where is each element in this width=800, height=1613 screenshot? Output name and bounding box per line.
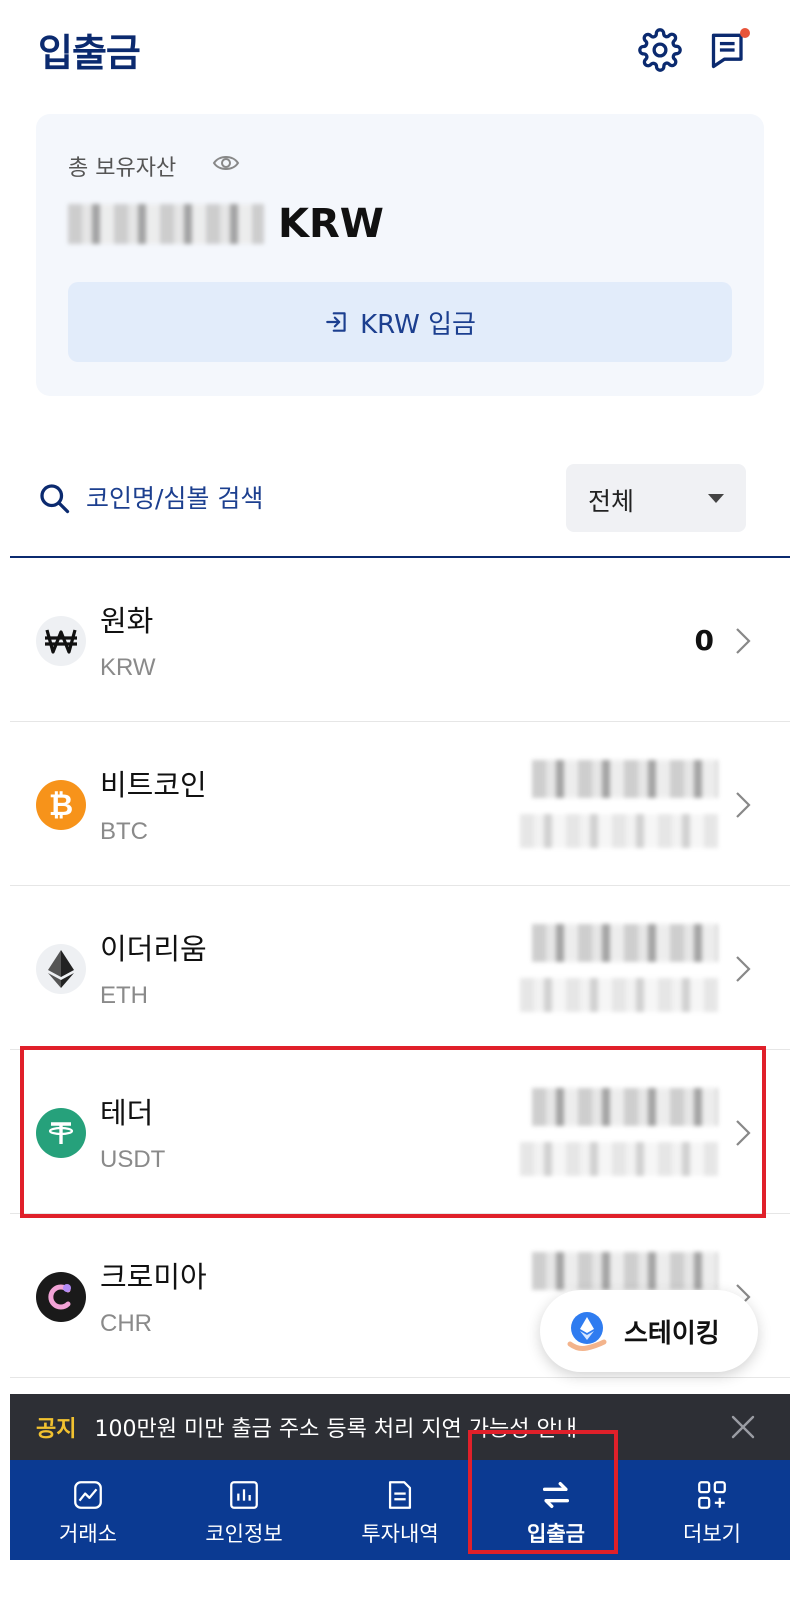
list-item[interactable]: 원화 KRW 0 <box>10 558 790 722</box>
nav-label: 거래소 <box>59 1522 117 1546</box>
coin-symbol: KRW <box>100 654 156 681</box>
filter-dropdown[interactable]: 전체 <box>566 464 746 532</box>
coin-symbol: ETH <box>100 982 148 1009</box>
coin-name: 테더 <box>100 1096 154 1130</box>
search-input[interactable] <box>86 476 506 520</box>
nav-label: 코인정보 <box>205 1522 283 1546</box>
staking-label: 스테이킹 <box>624 1318 720 1349</box>
asset-card: 총 보유자산 KRW KRW 입금 <box>36 114 764 396</box>
total-assets-label: 총 보유자산 <box>68 156 177 181</box>
eye-icon[interactable] <box>212 152 240 174</box>
coin-symbol: BTC <box>100 818 148 845</box>
search-row: 전체 <box>10 462 790 558</box>
ethereum-staking-icon <box>567 1312 607 1351</box>
ethereum-icon <box>36 944 86 994</box>
coin-symbol: USDT <box>100 1146 166 1173</box>
krw-deposit-button[interactable]: KRW 입금 <box>68 282 732 362</box>
notice-tag: 공지 <box>36 1417 77 1442</box>
bottom-nav: 거래소 코인정보 투자내역 입출금 더보기 <box>10 1460 790 1560</box>
coin-name: 크로미아 <box>100 1260 207 1294</box>
masked-balance <box>532 1088 718 1126</box>
header: 입출금 <box>10 0 790 100</box>
masked-balance <box>532 760 718 798</box>
gear-icon[interactable] <box>638 28 682 72</box>
search-icon <box>36 480 72 516</box>
page-title: 입출금 <box>38 31 141 75</box>
coin-name: 원화 <box>100 604 154 638</box>
nav-item-more[interactable]: 더보기 <box>634 1460 790 1560</box>
nav-item-exchange[interactable]: 거래소 <box>10 1460 166 1560</box>
tether-icon <box>36 1108 86 1158</box>
chat-icon[interactable] <box>708 28 752 72</box>
list-item[interactable]: 이더리움 ETH <box>10 886 790 1050</box>
won-icon <box>36 616 86 666</box>
filter-value: 전체 <box>588 487 635 516</box>
chevron-right-icon <box>734 790 752 820</box>
asset-currency: KRW <box>278 201 384 247</box>
coin-name: 이더리움 <box>100 932 207 966</box>
list-item[interactable]: ₿ 비트코인 BTC <box>10 722 790 886</box>
masked-krw-value <box>520 978 718 1012</box>
app-frame: 입출금 총 보유자산 KRW KRW 입금 코인명/심볼 검색 전체 원화 KR… <box>10 0 790 1613</box>
grid-plus-icon <box>698 1481 726 1509</box>
list-item[interactable]: 테더 USDT <box>10 1050 790 1214</box>
bottom-spacer <box>10 1560 790 1613</box>
masked-krw-value <box>520 1142 718 1176</box>
chart-icon <box>74 1481 102 1509</box>
close-icon[interactable] <box>730 1414 756 1440</box>
transfer-icon <box>542 1481 570 1509</box>
masked-amount <box>68 204 264 244</box>
coin-balance: 0 <box>694 624 714 657</box>
masked-balance <box>532 1252 718 1290</box>
staking-button[interactable]: 스테이킹 <box>540 1290 758 1372</box>
nav-label: 더보기 <box>683 1522 741 1546</box>
enter-icon <box>326 312 346 332</box>
chevron-down-icon <box>708 494 724 503</box>
nav-label: 투자내역 <box>361 1522 439 1546</box>
notice-text: 100만원 미만 출금 주소 등록 처리 지연 가능성 안내 <box>94 1417 577 1442</box>
chromia-icon <box>36 1272 86 1322</box>
chevron-right-icon <box>734 1118 752 1148</box>
coin-name: 비트코인 <box>100 768 207 802</box>
coin-symbol: CHR <box>100 1310 152 1337</box>
chevron-right-icon <box>734 626 752 656</box>
coin-list: 원화 KRW 0 ₿ 비트코인 BTC 이더리움 ETH 테더 USDT 크로미… <box>10 558 790 1378</box>
bitcoin-icon: ₿ <box>36 780 86 830</box>
masked-balance <box>532 924 718 962</box>
nav-label: 입출금 <box>527 1522 585 1546</box>
document-icon <box>388 1481 412 1509</box>
notice-bar[interactable]: 공지 100만원 미만 출금 주소 등록 처리 지연 가능성 안내 <box>10 1394 790 1460</box>
nav-item-coin-info[interactable]: 코인정보 <box>166 1460 322 1560</box>
nav-item-deposit-withdraw[interactable]: 입출금 <box>478 1460 634 1560</box>
masked-krw-value <box>520 814 718 848</box>
bar-chart-icon <box>230 1481 258 1509</box>
notification-dot <box>740 28 750 38</box>
total-assets-amount: KRW <box>68 198 384 250</box>
chevron-right-icon <box>734 954 752 984</box>
krw-deposit-label: KRW 입금 <box>360 309 476 340</box>
nav-item-investments[interactable]: 투자내역 <box>322 1460 478 1560</box>
